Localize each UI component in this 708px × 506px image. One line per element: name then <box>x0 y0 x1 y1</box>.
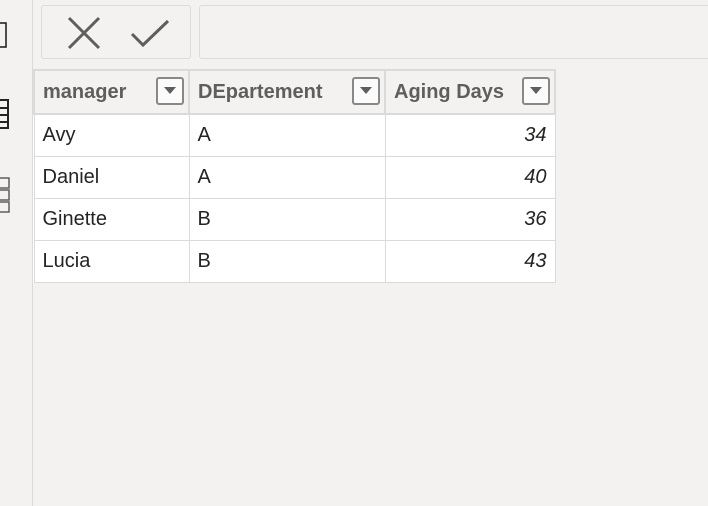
column-header-label: Aging Days <box>394 80 505 103</box>
column-header-manager[interactable]: manager <box>33 69 190 115</box>
cell-aging-days[interactable]: 34 <box>384 113 556 157</box>
chevron-down-icon <box>530 87 542 94</box>
cell-aging-days[interactable]: 40 <box>384 155 556 199</box>
cell-aging-days[interactable]: 43 <box>384 239 556 283</box>
column-filter-dropdown[interactable] <box>522 77 550 105</box>
model-view-icon[interactable] <box>0 176 12 216</box>
table-row[interactable]: Lucia B 43 <box>33 239 556 283</box>
formula-bar-actions <box>41 5 191 59</box>
cell-manager[interactable]: Lucia <box>33 239 190 283</box>
report-view-icon[interactable] <box>0 22 12 50</box>
cell-departement[interactable]: B <box>188 197 386 241</box>
commit-formula-button[interactable] <box>128 16 172 50</box>
column-header-label: manager <box>43 80 127 103</box>
column-header-aging-days[interactable]: Aging Days <box>384 69 556 115</box>
cell-departement[interactable]: B <box>188 239 386 283</box>
cell-manager[interactable]: Ginette <box>33 197 190 241</box>
data-view-icon[interactable] <box>0 98 12 132</box>
table-header-row: manager DEpartement Aging Days <box>33 69 556 115</box>
table-row[interactable]: Avy A 34 <box>33 113 556 157</box>
cell-departement[interactable]: A <box>188 155 386 199</box>
table-row[interactable]: Ginette B 36 <box>33 197 556 241</box>
column-filter-dropdown[interactable] <box>156 77 184 105</box>
power-bi-data-view: manager DEpartement Aging Days Avy A 34 … <box>0 0 708 506</box>
x-icon <box>67 16 101 50</box>
column-header-label: DEpartement <box>198 80 323 103</box>
cell-aging-days[interactable]: 36 <box>384 197 556 241</box>
formula-input[interactable] <box>199 5 708 59</box>
column-header-departement[interactable]: DEpartement <box>188 69 386 115</box>
cell-manager[interactable]: Avy <box>33 113 190 157</box>
left-nav-rail <box>0 0 33 506</box>
chevron-down-icon <box>360 87 372 94</box>
column-filter-dropdown[interactable] <box>352 77 380 105</box>
cell-departement[interactable]: A <box>188 113 386 157</box>
data-table: manager DEpartement Aging Days Avy A 34 … <box>33 69 556 283</box>
cell-manager[interactable]: Daniel <box>33 155 190 199</box>
chevron-down-icon <box>164 87 176 94</box>
table-row[interactable]: Daniel A 40 <box>33 155 556 199</box>
cancel-formula-button[interactable] <box>62 16 106 50</box>
check-icon <box>130 19 170 48</box>
